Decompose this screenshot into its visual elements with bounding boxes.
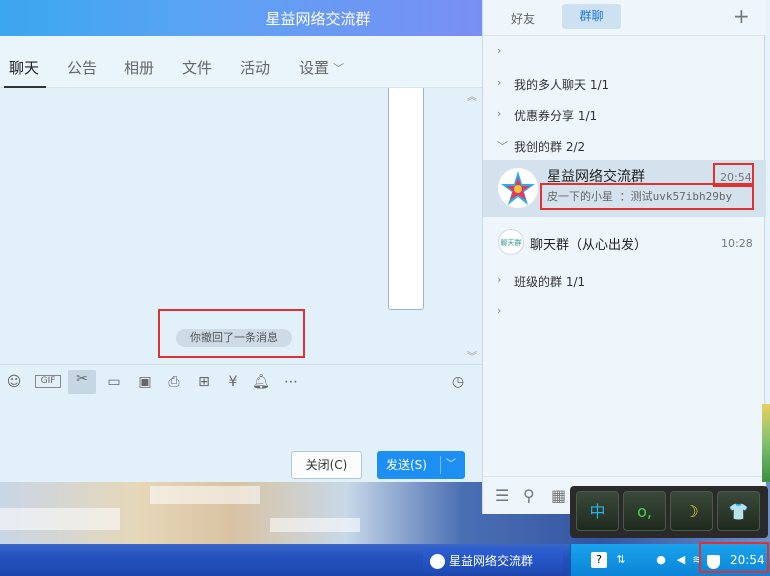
- folder-icon[interactable]: ▭: [104, 373, 124, 391]
- group-category-label: 我的多人聊天 1/1: [514, 78, 610, 92]
- screenshot-icon[interactable]: ⎙: [164, 373, 184, 391]
- volume-meter: [762, 404, 770, 482]
- collapse-down-icon[interactable]: ︾: [467, 348, 477, 363]
- chevron-down-icon: ﹀: [497, 140, 508, 153]
- group-category-label: 优惠券分享 1/1: [514, 109, 598, 123]
- highlight-box-preview: [540, 183, 754, 210]
- chat-title-bar[interactable]: 星益网络交流群: [0, 0, 482, 36]
- gif-icon[interactable]: GIF: [35, 375, 61, 388]
- ime-halfwidth-button[interactable]: ☽: [670, 491, 713, 531]
- add-friend-icon[interactable]: ⚲: [523, 486, 535, 505]
- tab-announcement[interactable]: 公告: [67, 57, 97, 78]
- tab-settings[interactable]: 设置 ﹀: [299, 57, 344, 78]
- tab-chat[interactable]: 聊天: [9, 57, 39, 78]
- star-logo-icon: [430, 554, 445, 569]
- more-icon[interactable]: ⋯: [281, 373, 301, 391]
- highlight-box-clock: [699, 542, 769, 573]
- tab-files[interactable]: 文件: [182, 57, 212, 78]
- star-logo-icon: [501, 171, 535, 205]
- chevron-right-icon: ›: [497, 273, 502, 286]
- emoji-icon[interactable]: ☺: [4, 373, 24, 391]
- chat-tabs: 聊天 公告 相册 文件 活动 设置 ﹀: [0, 36, 482, 88]
- menu-icon[interactable]: ☰: [495, 486, 509, 505]
- group-avatar[interactable]: 聊天群: [498, 229, 524, 255]
- send-button-label: 发送(S): [386, 458, 427, 472]
- tab-activity[interactable]: 活动: [240, 57, 270, 78]
- chevron-right-icon: ›: [497, 107, 502, 120]
- bell-icon[interactable]: 🔔︎: [251, 373, 271, 391]
- group-name: 聊天群（从心出发）: [530, 238, 648, 253]
- tab-friends[interactable]: 好友: [511, 10, 535, 27]
- qq-icon[interactable]: ●: [653, 552, 669, 568]
- tab-album[interactable]: 相册: [124, 57, 154, 78]
- ime-toolbar: 中 o, ☽ 👕: [570, 486, 768, 538]
- image-icon[interactable]: ▣: [135, 373, 155, 391]
- tab-groups[interactable]: 群聊: [562, 4, 621, 29]
- history-icon[interactable]: ◷: [448, 373, 468, 391]
- gift-icon[interactable]: ⊞: [194, 373, 214, 391]
- speaker-icon[interactable]: ◀: [673, 552, 689, 568]
- scissors-icon[interactable]: ✂: [68, 370, 96, 394]
- chevron-right-icon: ›: [497, 304, 502, 317]
- send-button[interactable]: 发送(S) ﹀: [377, 451, 465, 479]
- group-category-label: 我创的群 2/2: [514, 140, 586, 154]
- chevron-right-icon: ›: [497, 44, 502, 57]
- ime-skin-button[interactable]: 👕: [717, 491, 760, 531]
- message-scrollbar[interactable]: [388, 88, 424, 310]
- group-time: 10:28: [721, 237, 753, 250]
- chevron-right-icon: ›: [497, 76, 502, 89]
- input-toolbar: ☺ GIF ✂ ▭ ▣ ⎙ ⊞ ¥ 🔔︎ ⋯ ◷: [0, 364, 482, 398]
- tab-settings-label: 设置: [299, 59, 330, 77]
- group-category-label: 班级的群 1/1: [514, 275, 586, 289]
- add-icon[interactable]: +: [733, 4, 750, 28]
- contacts-panel: 好友 群聊 + › › 我的多人聊天 1/1 › 优惠券分享 1/1 ﹀ 我创的…: [482, 0, 766, 514]
- recall-notice: 你撤回了一条消息: [176, 329, 292, 347]
- collapse-up-icon[interactable]: ︽: [467, 88, 477, 103]
- panel-header: 好友 群聊 +: [483, 0, 766, 36]
- send-divider: [440, 456, 441, 474]
- close-button[interactable]: 关闭(C): [291, 451, 362, 479]
- network-icon[interactable]: ⇅: [613, 552, 629, 568]
- ime-chinese-button[interactable]: 中: [576, 491, 619, 531]
- apps-icon[interactable]: ▦: [551, 486, 566, 505]
- help-icon[interactable]: ?: [591, 552, 607, 568]
- red-packet-icon[interactable]: ¥: [223, 373, 243, 391]
- chevron-down-icon: ﹀: [333, 62, 345, 75]
- send-options-chevron-icon[interactable]: ﹀: [446, 451, 456, 479]
- group-avatar[interactable]: [498, 168, 538, 208]
- ime-punctuation-button[interactable]: o,: [623, 491, 666, 531]
